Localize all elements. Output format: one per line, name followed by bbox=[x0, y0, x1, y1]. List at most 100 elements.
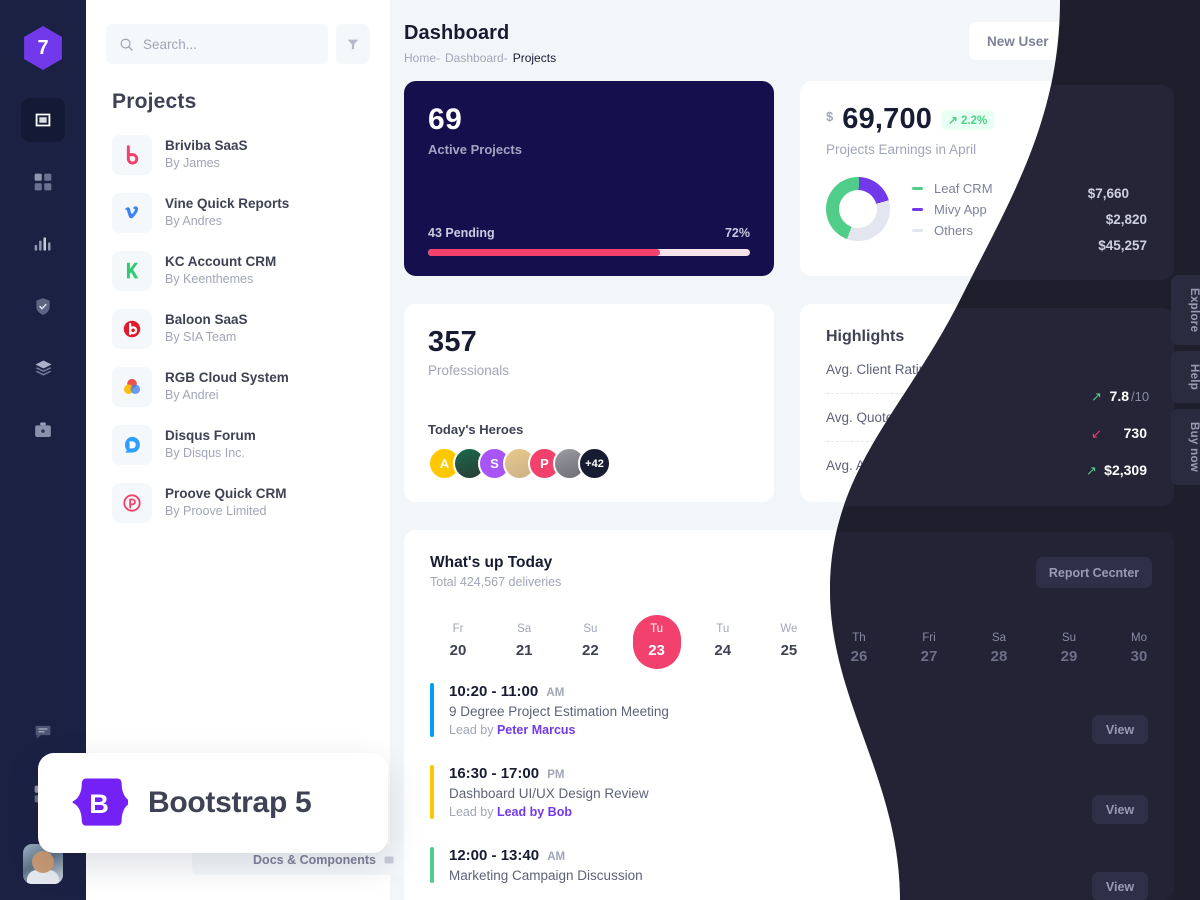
day-cell[interactable]: Fri 27 bbox=[897, 615, 945, 669]
filter-button[interactable] bbox=[336, 24, 370, 64]
project-name: Proove Quick CRM bbox=[165, 486, 287, 502]
bootstrap-badge: B Bootstrap 5 bbox=[38, 753, 388, 853]
report-center-button[interactable]: Report Cecnter bbox=[1029, 554, 1148, 588]
list-item[interactable]: RGB Cloud System By Andrei bbox=[106, 358, 370, 416]
side-tab-buy-now[interactable]: Buy now bbox=[1171, 409, 1200, 486]
legend-label: Others bbox=[934, 222, 974, 238]
breadcrumb-item-home[interactable]: Home- bbox=[404, 51, 440, 65]
list-item[interactable]: Vine Quick Reports By Andres bbox=[106, 184, 370, 242]
day-weekday: Mo bbox=[1111, 623, 1128, 635]
event-name: Marketing Campaign Discussion bbox=[449, 868, 643, 883]
legend-row: Leaf CRM $7,660 bbox=[912, 178, 1148, 199]
highlight-value: 730 bbox=[1124, 409, 1148, 426]
list-item[interactable]: Baloon SaaS By SIA Team bbox=[106, 300, 370, 358]
search-input[interactable]: Search... bbox=[106, 24, 328, 64]
highlight-value: 7.8 bbox=[1101, 361, 1121, 378]
day-number: 30 bbox=[1111, 642, 1129, 659]
day-weekday: Su bbox=[583, 623, 598, 635]
disqus-d-icon bbox=[125, 436, 140, 453]
rail-item-layers[interactable] bbox=[21, 346, 65, 390]
day-number: 22 bbox=[582, 642, 599, 659]
rail-item-chat[interactable] bbox=[21, 710, 65, 754]
progress-labels: 43 Pending 72% bbox=[428, 226, 750, 240]
project-logo bbox=[112, 251, 152, 291]
rail-item-analytics[interactable] bbox=[21, 222, 65, 266]
event-lead-name[interactable]: Lead by Bob bbox=[497, 805, 572, 819]
event-lead-prefix: Lead by bbox=[449, 723, 497, 737]
whats-up-subtitle: Total 424,567 deliveries bbox=[430, 575, 562, 589]
rail-item-security[interactable] bbox=[21, 284, 65, 328]
arrow-up-icon: ↗ bbox=[948, 114, 958, 127]
highlight-value-group: ↗ $2,309 bbox=[1085, 457, 1148, 474]
day-cell[interactable]: Su 29 bbox=[1030, 615, 1078, 669]
project-owner: By SIA Team bbox=[165, 330, 237, 345]
page-title: Dashboard bbox=[404, 22, 510, 44]
day-cell[interactable]: Th 26 bbox=[831, 615, 879, 669]
side-tab-help[interactable]: Help bbox=[1171, 351, 1200, 404]
breadcrumb: Home- Dashboard- Projects bbox=[404, 51, 556, 65]
project-logo bbox=[112, 367, 152, 407]
heroes-avatar-stack: A S P +42 bbox=[428, 447, 750, 480]
day-cell-selected[interactable]: Tu 23 bbox=[632, 615, 681, 669]
side-tab-explore[interactable]: Explore bbox=[1171, 275, 1200, 346]
project-name: RGB Cloud System bbox=[165, 370, 289, 386]
breadcrumb-item-dashboard[interactable]: Dashboard- bbox=[445, 51, 508, 65]
avatar-more[interactable]: +42 bbox=[578, 447, 611, 480]
progress-percent-label: 72% bbox=[724, 226, 750, 240]
day-cell[interactable]: We 25 bbox=[765, 615, 813, 669]
grid-icon bbox=[34, 173, 52, 191]
legend-label: Leaf CRM bbox=[934, 180, 993, 196]
view-button[interactable]: View bbox=[1087, 776, 1148, 808]
day-cell[interactable]: Sa 28 bbox=[964, 615, 1012, 669]
project-owner: By Andres bbox=[165, 214, 222, 229]
event-lead-name[interactable]: Peter Marcus bbox=[497, 723, 576, 737]
shield-check-icon bbox=[36, 297, 50, 315]
day-weekday: Th bbox=[848, 623, 862, 635]
day-cell[interactable]: Sa 21 bbox=[500, 615, 548, 669]
kickstarter-k-icon bbox=[126, 262, 139, 279]
new-user-button[interactable]: New User bbox=[968, 22, 1067, 60]
list-item[interactable]: Briviba SaaS By James bbox=[106, 126, 370, 184]
svg-text:B: B bbox=[89, 788, 109, 819]
list-item[interactable]: Proove Quick CRM By Proove Limited bbox=[106, 474, 370, 532]
rail-item-briefcase[interactable] bbox=[21, 408, 65, 452]
project-owner: By Andrei bbox=[165, 388, 219, 403]
day-cell[interactable]: Tu 24 bbox=[699, 615, 747, 669]
earnings-delta-value: 2.2% bbox=[960, 114, 988, 127]
filter-icon bbox=[347, 39, 359, 50]
table-row: Avg. Quotes ↙ 730 bbox=[826, 394, 1148, 442]
list-item[interactable]: KC Account CRM By Keenthemes bbox=[106, 242, 370, 300]
project-name: Disqus Forum bbox=[165, 428, 256, 444]
day-cell[interactable]: Su 22 bbox=[566, 615, 614, 669]
bootstrap-badge-text: Bootstrap 5 bbox=[148, 786, 312, 819]
day-weekday: Sa bbox=[517, 623, 532, 635]
view-button[interactable]: View bbox=[1087, 849, 1148, 881]
day-number: 24 bbox=[714, 642, 732, 659]
highlight-value: $2,309 bbox=[1105, 457, 1148, 474]
search-row: Search... bbox=[86, 0, 390, 64]
legend-row: Others $45,257 bbox=[912, 220, 1148, 241]
app-logo[interactable]: 7 bbox=[24, 26, 62, 70]
highlight-label: Avg. Quotes bbox=[826, 410, 901, 425]
breadcrumb-item-projects: Projects bbox=[512, 51, 557, 65]
event-time: 16:30 - 17:00 PM bbox=[449, 765, 565, 782]
day-cell[interactable]: Mo 30 bbox=[1096, 615, 1144, 669]
whats-up-title: What's up Today bbox=[430, 554, 553, 571]
legend-value: $2,820 bbox=[1108, 201, 1148, 217]
rail-item-dashboard[interactable] bbox=[21, 160, 65, 204]
day-weekday: Tu bbox=[716, 623, 730, 635]
event-row: 12:00 - 13:40 AM Marketing Campaign Disc… bbox=[430, 833, 1148, 897]
side-tabs: Explore Help Buy now bbox=[1171, 275, 1200, 486]
event-lead: Lead by Lead by Bob bbox=[449, 805, 649, 819]
earnings-amount: 69,700 bbox=[842, 103, 933, 135]
rail-item-projects[interactable] bbox=[21, 98, 65, 142]
project-logo bbox=[112, 425, 152, 465]
list-item[interactable]: Disqus Forum By Disqus Inc. bbox=[106, 416, 370, 474]
view-button[interactable]: View bbox=[1087, 694, 1148, 726]
new-goal-button[interactable]: New Goal bbox=[1076, 22, 1174, 60]
arrow-down-left-icon: ↙ bbox=[1104, 409, 1117, 425]
briefcase-icon bbox=[35, 422, 51, 437]
day-cell[interactable]: Fr 20 bbox=[434, 615, 482, 669]
day-number: 28 bbox=[979, 642, 996, 659]
legend-swatch-leaf-crm bbox=[912, 186, 923, 190]
